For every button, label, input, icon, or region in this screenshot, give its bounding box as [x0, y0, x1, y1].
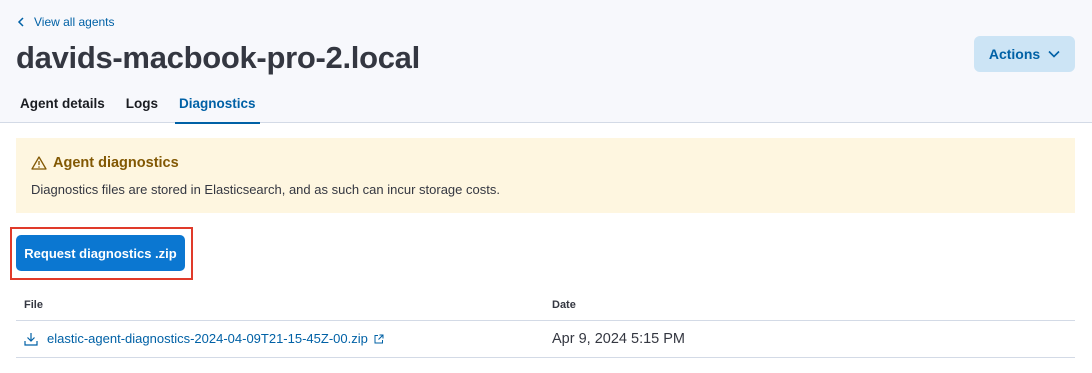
page-header: View all agents davids-macbook-pro-2.loc… [0, 0, 1092, 124]
table-row: elastic-agent-diagnostics-2024-04-09T21-… [16, 321, 1075, 358]
tab-agent-details[interactable]: Agent details [20, 96, 105, 123]
diagnostics-file-link[interactable]: elastic-agent-diagnostics-2024-04-09T21-… [47, 331, 368, 346]
external-link-icon [374, 334, 384, 343]
request-diagnostics-button[interactable]: Request diagnostics .zip [16, 235, 185, 271]
callout-title: Agent diagnostics [31, 155, 179, 171]
column-header-date[interactable]: Date [552, 299, 576, 311]
tab-diagnostics[interactable]: Diagnostics [175, 96, 260, 124]
warning-icon [31, 156, 47, 170]
diagnostics-table: File Date elastic-agent-diagnostics-2024… [16, 289, 1075, 358]
tab-logs[interactable]: Logs [126, 96, 158, 123]
actions-button[interactable]: Actions [974, 36, 1075, 72]
view-all-agents-link[interactable]: View all agents [17, 15, 115, 29]
table-header: File Date [16, 289, 1075, 321]
actions-button-label: Actions [988, 46, 1041, 62]
date-cell: Apr 9, 2024 5:15 PM [552, 331, 685, 347]
tab-bar: Agent details Logs Diagnostics [20, 96, 277, 124]
chevron-down-icon [1048, 50, 1060, 58]
diagnostics-warning-callout: Agent diagnostics Diagnostics files are … [16, 138, 1075, 213]
back-link-label: View all agents [34, 15, 115, 29]
page-title: davids-macbook-pro-2.local [16, 40, 420, 75]
chevron-left-icon [17, 17, 24, 27]
callout-body: Diagnostics files are stored in Elastics… [31, 182, 500, 197]
column-header-file[interactable]: File [24, 299, 43, 311]
callout-title-text: Agent diagnostics [53, 155, 179, 171]
download-icon[interactable] [24, 332, 38, 346]
file-cell: elastic-agent-diagnostics-2024-04-09T21-… [24, 331, 384, 346]
